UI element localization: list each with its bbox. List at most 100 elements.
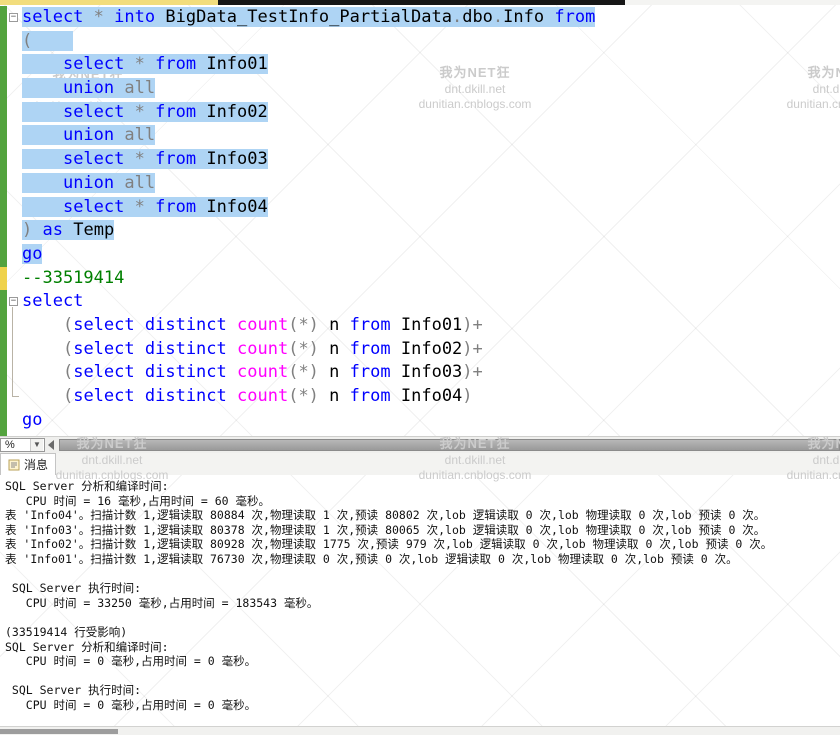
code-token	[124, 149, 135, 170]
change-bar-segment	[0, 29, 7, 54]
code-token: (*)	[288, 314, 319, 335]
chevron-down-icon[interactable]: ▼	[30, 439, 43, 451]
message-line: SQL Server 执行时间:	[5, 683, 142, 698]
message-line: 表 'Info01'。扫描计数 1,逻辑读取 76730 次,物理读取 0 次,…	[5, 551, 738, 566]
code-token: )+	[462, 338, 483, 359]
change-bar-segment	[0, 290, 7, 314]
code-token: select	[73, 314, 135, 335]
code-token: Info04	[400, 386, 463, 406]
window-edge-segment	[625, 0, 840, 5]
code-token: )+	[462, 362, 483, 383]
code-token: (	[62, 362, 74, 383]
code-line: union all	[18, 172, 840, 196]
code-token: Temp	[73, 220, 115, 241]
code-token	[124, 101, 135, 122]
code-token: go	[22, 243, 43, 264]
window-edge-segment	[218, 0, 625, 5]
code-line: select * from Info04	[18, 196, 840, 220]
code-token	[114, 78, 125, 99]
code-token: all	[124, 78, 156, 99]
code-token	[22, 101, 63, 122]
editor-hscrollbar[interactable]: % ▼	[0, 436, 840, 453]
code-token: union	[62, 172, 115, 193]
message-line: 表 'Info04'。扫描计数 1,逻辑读取 80884 次,物理读取 1 次,…	[5, 508, 766, 523]
code-token	[83, 7, 94, 27]
code-token: *	[134, 54, 145, 75]
code-token: dbo	[462, 7, 493, 27]
fold-toggle-icon[interactable]: −	[9, 13, 18, 22]
code-line: select * from Info03	[18, 148, 840, 172]
code-token	[144, 54, 156, 75]
code-token	[144, 149, 156, 170]
code-token	[144, 101, 156, 122]
code-token: (	[62, 386, 74, 406]
scroll-left-arrow-icon[interactable]	[48, 440, 54, 450]
message-line: SQL Server 分析和编译时间:	[5, 639, 176, 654]
code-token	[22, 78, 63, 99]
change-bar-segment	[0, 219, 7, 243]
code-token: select	[62, 101, 125, 122]
code-token: into	[114, 7, 156, 27]
code-token: )	[462, 386, 473, 406]
message-line	[5, 610, 840, 625]
bottom-hscrollbar-thumb[interactable]	[0, 729, 118, 734]
window-top-edge	[0, 0, 840, 5]
code-token: Info01	[206, 54, 268, 75]
tab-messages[interactable]: 消息	[0, 453, 57, 475]
bottom-hscrollbar[interactable]	[0, 726, 840, 735]
code-token	[32, 30, 74, 51]
code-token: from	[349, 338, 391, 359]
message-line: SQL Server 分析和编译时间:	[5, 479, 176, 493]
code-token: distinct	[144, 314, 227, 335]
zoom-percent-select[interactable]: % ▼	[0, 438, 45, 452]
messages-pane[interactable]: SQL Server 分析和编译时间: CPU 时间 = 16 毫秒,占用时间 …	[0, 475, 840, 726]
code-token: n	[329, 338, 340, 359]
code-token: go	[22, 409, 43, 430]
change-bar-segment	[0, 77, 7, 101]
code-token	[144, 196, 156, 217]
code-line: union all	[18, 77, 840, 101]
code-token: union	[62, 125, 115, 146]
message-line: CPU 时间 = 16 毫秒,占用时间 = 60 毫秒。	[5, 493, 270, 508]
code-token: )	[22, 220, 33, 241]
change-bar-segment	[0, 148, 7, 172]
code-token: select	[62, 196, 125, 217]
sql-editor[interactable]: − − select * into BigData_TestInfo_Partia…	[0, 5, 840, 436]
code-token: from	[155, 54, 197, 75]
fold-toggle-icon[interactable]: −	[9, 297, 18, 307]
code-token: (*)	[288, 386, 319, 406]
code-token	[22, 125, 63, 146]
code-token: distinct	[144, 362, 227, 383]
code-line: (select distinct count(*) n from Info01)…	[18, 314, 840, 338]
code-token: select	[22, 7, 84, 27]
code-token: Info	[503, 7, 545, 27]
code-token	[196, 149, 207, 170]
code-lines: select * into BigData_TestInfo_PartialDa…	[18, 6, 840, 432]
code-token	[124, 54, 135, 75]
code-token: *	[134, 196, 145, 217]
code-line: (select distinct count(*) n from Info04)	[18, 385, 840, 409]
change-bar-segment	[0, 6, 7, 30]
code-token: Info03	[400, 362, 463, 383]
code-token	[124, 196, 135, 217]
code-token: distinct	[144, 338, 227, 359]
code-line: select * from Info02	[18, 101, 840, 125]
hscrollbar-thumb[interactable]	[59, 439, 840, 451]
message-line: CPU 时间 = 0 毫秒,占用时间 = 0 毫秒。	[5, 697, 257, 712]
tab-messages-label: 消息	[24, 458, 49, 472]
code-line: (select distinct count(*) n from Info03)…	[18, 361, 840, 385]
message-line	[5, 669, 840, 684]
code-line: go	[18, 409, 840, 433]
message-line: SQL Server 执行时间:	[5, 581, 142, 596]
change-bar-segment	[0, 195, 7, 220]
